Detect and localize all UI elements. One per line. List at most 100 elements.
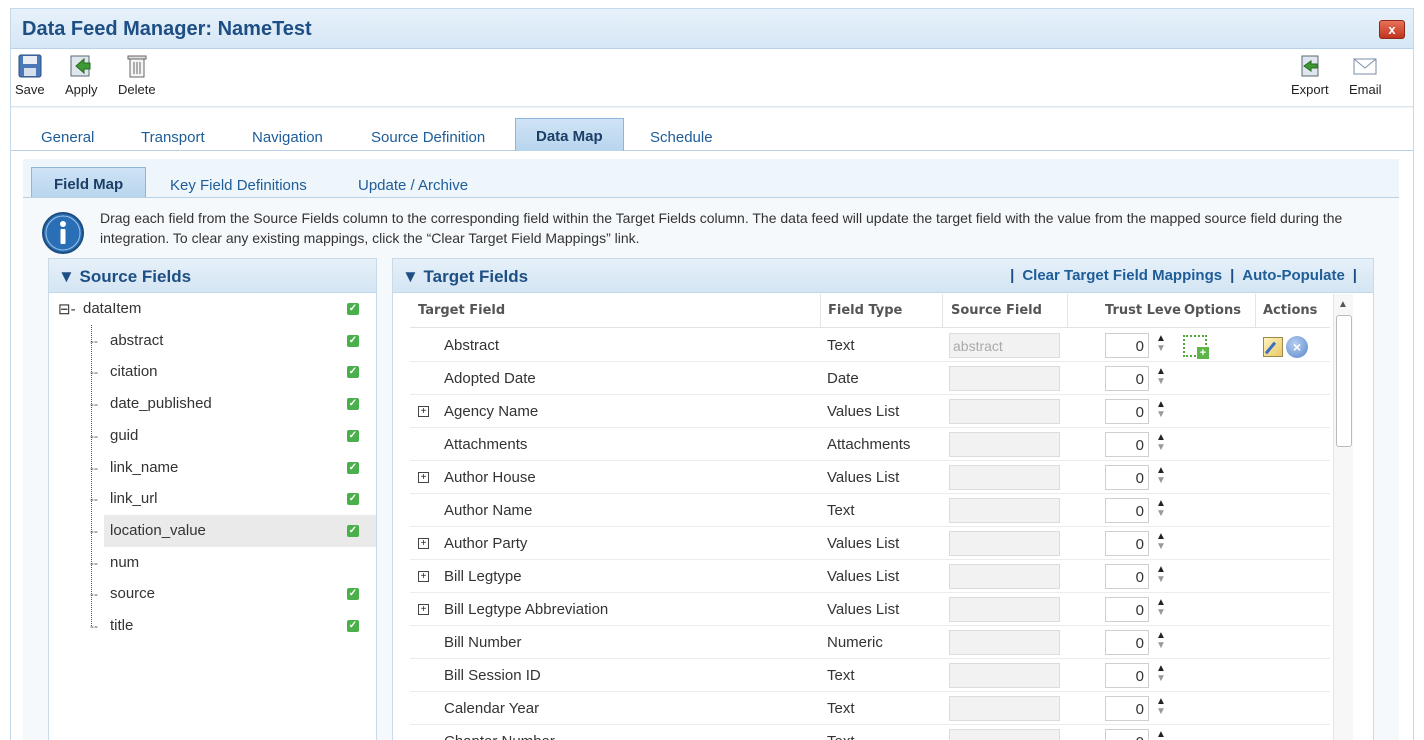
edit-icon[interactable] bbox=[1263, 337, 1283, 357]
save-button[interactable]: Save bbox=[15, 53, 45, 97]
trust-level-spinner[interactable]: ▲▼ bbox=[1155, 697, 1167, 719]
trust-level-input[interactable]: 0 bbox=[1105, 432, 1149, 457]
target-field-row[interactable]: Calendar Year Text 0 ▲ ▼ bbox=[410, 692, 1330, 725]
source-field-dropzone[interactable] bbox=[949, 366, 1060, 391]
expand-icon[interactable]: + bbox=[418, 571, 429, 582]
trust-level-input[interactable]: 0 bbox=[1105, 366, 1149, 391]
clear-mappings-link[interactable]: Clear Target Field Mappings bbox=[1022, 267, 1222, 284]
trust-level-spinner[interactable]: ▲▼ bbox=[1155, 730, 1167, 740]
source-field-item[interactable]: title -- ✓ bbox=[49, 610, 376, 642]
target-field-row[interactable]: Chapter Number Text 0 ▲▼ bbox=[410, 725, 1330, 740]
col-source-field[interactable]: Source Field bbox=[951, 303, 1042, 318]
tab-navigation[interactable]: Navigation bbox=[252, 129, 323, 146]
source-field-dropzone[interactable] bbox=[949, 564, 1060, 589]
trust-level-spinner[interactable]: ▲▼ bbox=[1155, 400, 1167, 422]
expand-icon[interactable]: + bbox=[418, 472, 429, 483]
col-target-field[interactable]: Target Field bbox=[418, 303, 505, 318]
source-field-item[interactable]: source -- ✓ bbox=[49, 578, 376, 610]
trust-level-input[interactable]: 0 bbox=[1105, 597, 1149, 622]
source-field-dropzone[interactable] bbox=[949, 597, 1060, 622]
grid-scrollbar[interactable]: ▲ bbox=[1333, 294, 1353, 740]
trust-level-spinner[interactable]: ▲▼ bbox=[1155, 367, 1167, 389]
tab-source-definition[interactable]: Source Definition bbox=[371, 129, 485, 146]
tree-root-dataitem[interactable]: ⊟- dataItem ✓ bbox=[49, 293, 376, 325]
source-field-dropzone[interactable] bbox=[949, 630, 1060, 655]
trust-level-spinner[interactable]: ▲▼ bbox=[1155, 631, 1167, 653]
col-options[interactable]: Options bbox=[1184, 303, 1241, 318]
expand-icon[interactable]: + bbox=[418, 604, 429, 615]
source-field-dropzone[interactable] bbox=[949, 432, 1060, 457]
target-field-row[interactable]: + Bill Legtype Abbreviation Values List 0 ▲ ▼ bbox=[410, 593, 1330, 626]
trust-level-input[interactable]: 0 bbox=[1105, 498, 1149, 523]
remove-icon[interactable]: × bbox=[1286, 336, 1308, 358]
source-field-item[interactable]: link_url -- ✓ bbox=[49, 483, 376, 515]
col-actions[interactable]: Actions bbox=[1263, 303, 1317, 318]
expand-icon[interactable]: + bbox=[418, 406, 429, 417]
source-field-dropzone[interactable] bbox=[949, 729, 1060, 740]
source-field-dropzone[interactable] bbox=[949, 696, 1060, 721]
trust-level-input[interactable]: 0 bbox=[1105, 399, 1149, 424]
target-field-row[interactable]: Bill Session ID Text 0 ▲ ▼ bbox=[410, 659, 1330, 692]
target-field-row[interactable]: Adopted Date Date 0 ▲ ▼ bbox=[410, 362, 1330, 395]
tab-transport[interactable]: Transport bbox=[141, 129, 205, 146]
trust-level-spinner[interactable]: ▲▼ bbox=[1155, 466, 1167, 488]
trust-level-spinner[interactable]: ▲▼ bbox=[1155, 433, 1167, 455]
trust-level-spinner[interactable]: ▲▼ bbox=[1155, 499, 1167, 521]
target-field-row[interactable]: + Bill Legtype Values List 0 ▲ ▼ bbox=[410, 560, 1330, 593]
source-field-item[interactable]: guid -- ✓ bbox=[49, 420, 376, 452]
trust-level-input[interactable]: 0 bbox=[1105, 663, 1149, 688]
tab-key-field-definitions[interactable]: Key Field Definitions bbox=[170, 177, 307, 194]
source-field-dropzone[interactable] bbox=[949, 465, 1060, 490]
target-field-row[interactable]: + Author Party Values List 0 ▲ ▼ bbox=[410, 527, 1330, 560]
trust-level-input[interactable]: 0 bbox=[1105, 465, 1149, 490]
trust-level-input[interactable]: 0 bbox=[1105, 564, 1149, 589]
source-field-dropzone[interactable] bbox=[949, 531, 1060, 556]
source-field-dropzone[interactable] bbox=[949, 663, 1060, 688]
source-field-item[interactable]: abstract -- ✓ bbox=[49, 325, 376, 357]
target-field-row[interactable]: + Author House Values List 0 ▲ ▼ bbox=[410, 461, 1330, 494]
tab-data-map[interactable]: Data Map bbox=[515, 118, 624, 151]
trust-level-input[interactable]: 0 bbox=[1105, 531, 1149, 556]
delete-button[interactable]: Delete bbox=[118, 53, 156, 97]
email-button[interactable]: Email bbox=[1349, 53, 1382, 97]
source-fields-header[interactable]: ▼ Source Fields bbox=[49, 259, 376, 293]
trust-level-spinner[interactable]: ▲▼ bbox=[1155, 598, 1167, 620]
tab-schedule[interactable]: Schedule bbox=[650, 129, 713, 146]
col-field-type[interactable]: Field Type bbox=[828, 303, 902, 318]
trust-level-spinner[interactable]: ▲▼ bbox=[1155, 334, 1167, 356]
col-trust-level[interactable]: Trust Leve bbox=[1105, 303, 1181, 318]
target-field-row[interactable]: Bill Number Numeric 0 ▲ ▼ bbox=[410, 626, 1330, 659]
trust-level-input[interactable]: 0 bbox=[1105, 729, 1149, 740]
scroll-up-icon[interactable]: ▲ bbox=[1338, 299, 1348, 310]
trust-level-spinner[interactable]: ▲▼ bbox=[1155, 565, 1167, 587]
auto-populate-link[interactable]: Auto-Populate bbox=[1242, 267, 1345, 284]
source-field-item[interactable]: location_value -- ✓ bbox=[90, 515, 376, 547]
target-field-row[interactable]: Attachments Attachments 0 ▲ ▼ bbox=[410, 428, 1330, 461]
add-option-icon[interactable] bbox=[1183, 335, 1209, 359]
close-button[interactable]: x bbox=[1379, 20, 1405, 39]
source-field-dropzone[interactable]: abstract bbox=[949, 333, 1060, 358]
trust-level-input[interactable]: 0 bbox=[1105, 696, 1149, 721]
apply-button[interactable]: Apply bbox=[65, 53, 98, 97]
source-field-item[interactable]: num -- bbox=[49, 547, 376, 579]
source-field-item[interactable]: date_published -- ✓ bbox=[49, 388, 376, 420]
trust-level-input[interactable]: 0 bbox=[1105, 333, 1149, 358]
tab-update-archive[interactable]: Update / Archive bbox=[358, 177, 468, 194]
source-field-dropzone[interactable] bbox=[949, 399, 1060, 424]
tab-field-map[interactable]: Field Map bbox=[31, 167, 147, 197]
target-field-row[interactable]: + Agency Name Values List 0 ▲ ▼ bbox=[410, 395, 1330, 428]
target-field-row[interactable]: Abstract Text abstract 0 ▲▼ × bbox=[410, 329, 1330, 362]
trust-level-spinner[interactable]: ▲▼ bbox=[1155, 532, 1167, 554]
export-button[interactable]: Export bbox=[1291, 53, 1329, 97]
source-field-item[interactable]: citation -- ✓ bbox=[49, 356, 376, 388]
target-fields-title[interactable]: ▼ Target Fields bbox=[402, 267, 528, 287]
trust-level-input[interactable]: 0 bbox=[1105, 630, 1149, 655]
collapse-icon[interactable]: ⊟- bbox=[58, 300, 76, 318]
expand-icon[interactable]: + bbox=[418, 538, 429, 549]
tab-general[interactable]: General bbox=[41, 129, 94, 146]
target-field-row[interactable]: Author Name Text 0 ▲ ▼ bbox=[410, 494, 1330, 527]
source-field-item[interactable]: link_name -- ✓ bbox=[49, 452, 376, 484]
scrollbar-thumb[interactable] bbox=[1336, 315, 1352, 447]
trust-level-spinner[interactable]: ▲▼ bbox=[1155, 664, 1167, 686]
source-field-dropzone[interactable] bbox=[949, 498, 1060, 523]
